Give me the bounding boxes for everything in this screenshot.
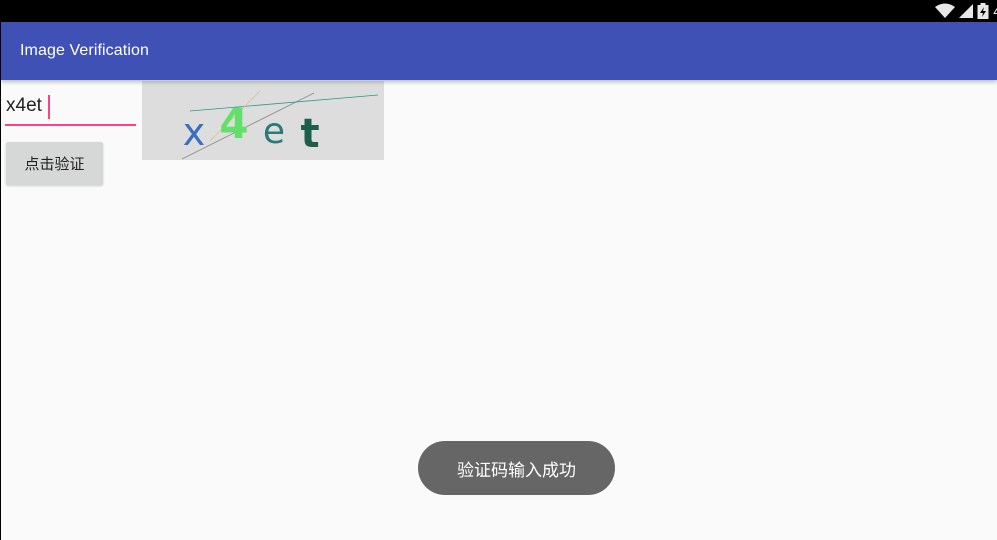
status-icons: 4 <box>935 0 997 22</box>
cell-signal-icon <box>959 3 974 19</box>
captcha-noise-line <box>189 94 379 112</box>
verify-button[interactable]: 点击验证 <box>6 142 103 185</box>
app-window: Image Verification x4et 点击验证 验证码输入成功 <box>1 22 997 540</box>
verification-code-input[interactable] <box>5 92 136 126</box>
wifi-icon <box>935 3 956 19</box>
app-bar: Image Verification <box>1 22 997 80</box>
captcha-image[interactable]: x4et <box>142 81 384 160</box>
captcha-char: 4 <box>219 99 248 148</box>
status-time: 4 <box>993 3 997 19</box>
captcha-char: e <box>263 111 285 152</box>
device-screen: 4 Image Verification x4et 点击验证 验证码输入成功 <box>0 0 997 540</box>
captcha-char: x <box>183 110 206 154</box>
text-cursor <box>48 95 50 119</box>
battery-charging-icon <box>977 3 989 19</box>
toast-text: 验证码输入成功 <box>457 460 576 481</box>
app-title: Image Verification <box>20 42 149 59</box>
captcha-char: t <box>300 111 319 157</box>
toast-message: 验证码输入成功 <box>418 441 615 495</box>
status-bar: 4 <box>0 0 997 22</box>
